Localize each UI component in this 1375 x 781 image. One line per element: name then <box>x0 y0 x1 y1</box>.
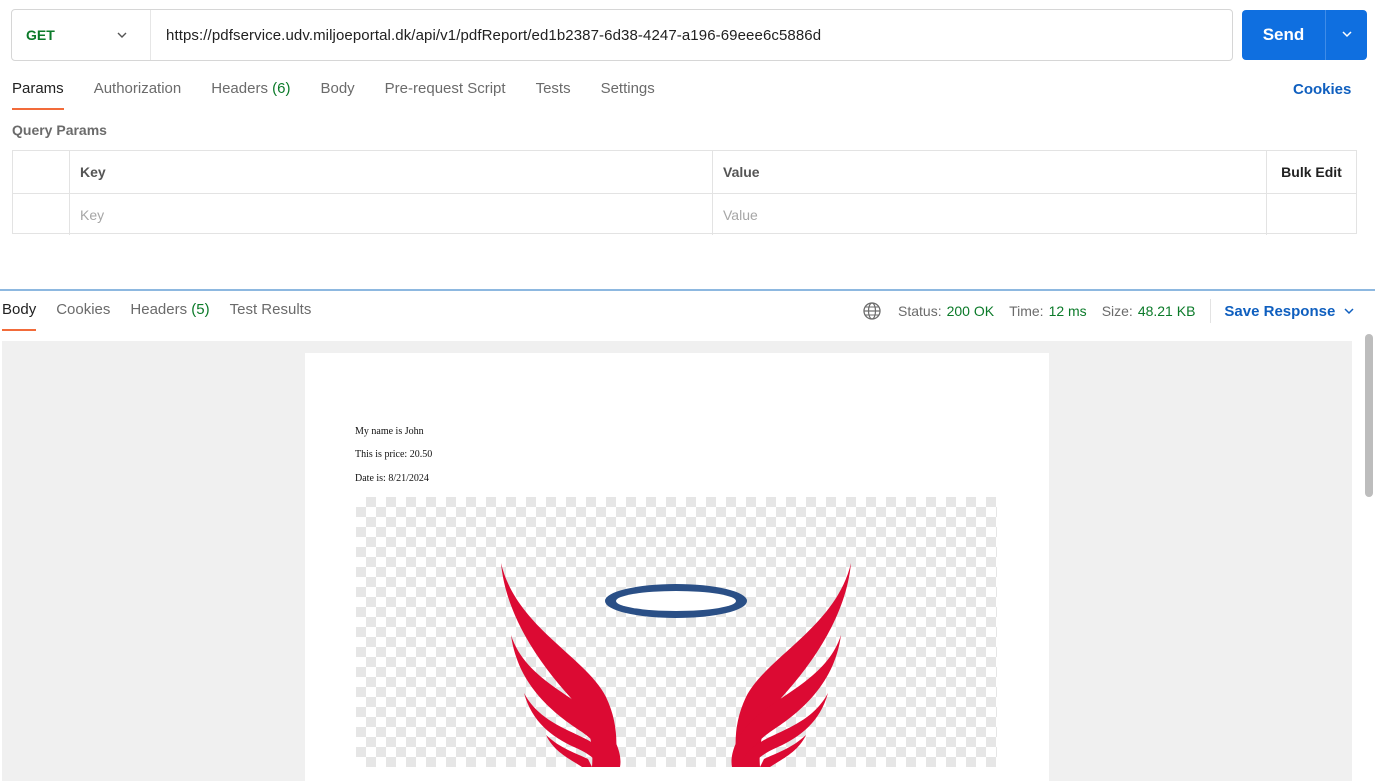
headers-count: (6) <box>272 80 291 97</box>
tab-label: Test Results <box>229 301 312 318</box>
preview-scrollbar-thumb[interactable] <box>1365 334 1373 497</box>
tab-label: Cookies <box>56 301 111 318</box>
size-value[interactable]: 48.21 KB <box>1138 303 1196 319</box>
response-headers-count: (5) <box>191 301 210 318</box>
value-column-header: Value <box>713 151 1267 193</box>
url-input[interactable]: https://pdfservice.udv.miljoeportal.dk/a… <box>151 27 821 44</box>
request-url-bar: GET https://pdfservice.udv.miljoeportal.… <box>11 9 1233 61</box>
method-select[interactable]: GET <box>12 10 151 60</box>
winged-halo-logo <box>501 563 851 767</box>
chevron-down-icon <box>1341 27 1353 43</box>
tab-label: Settings <box>600 80 655 97</box>
size-label: Size: <box>1101 303 1133 319</box>
tab-label: Authorization <box>93 80 182 97</box>
tab-tests[interactable]: Tests <box>536 80 571 110</box>
send-button-group: Send <box>1242 10 1367 60</box>
value-input[interactable]: Value <box>713 194 1267 235</box>
row-actions-cell <box>1267 194 1356 235</box>
tab-label: Params <box>12 80 64 97</box>
pdf-text-line: Date is: 8/21/2024 <box>355 473 429 484</box>
row-checkbox-cell <box>13 194 70 235</box>
status-value[interactable]: 200 OK <box>947 303 994 319</box>
table-row: Key Value <box>13 193 1356 235</box>
send-button[interactable]: Send <box>1242 10 1326 60</box>
tab-test-results[interactable]: Test Results <box>230 301 312 331</box>
key-column-header: Key <box>70 151 713 193</box>
tab-pre-request-script[interactable]: Pre-request Script <box>385 80 506 110</box>
table-header-row: Key Value Bulk Edit <box>13 151 1356 193</box>
tab-label: Headers <box>130 301 188 318</box>
chevron-down-icon <box>116 28 128 44</box>
checkbox-column-header <box>13 151 70 193</box>
tab-label: Body <box>320 80 355 97</box>
tab-settings[interactable]: Settings <box>601 80 655 110</box>
status-label: Status: <box>898 303 942 319</box>
save-response-label: Save Response <box>1224 302 1336 320</box>
tab-response-body[interactable]: Body <box>2 301 37 331</box>
response-tabs: Body Cookies Headers (5) Test Results <box>2 301 331 331</box>
tab-label: Tests <box>535 80 571 97</box>
time-label: Time: <box>1009 303 1044 319</box>
tab-body[interactable]: Body <box>320 80 354 110</box>
query-params-title: Query Params <box>12 122 107 138</box>
tab-authorization[interactable]: Authorization <box>94 80 182 110</box>
save-response-button[interactable]: Save Response <box>1224 303 1355 320</box>
key-input[interactable]: Key <box>70 194 713 235</box>
tab-response-headers[interactable]: Headers (5) <box>130 301 209 331</box>
pdf-page: My name is John This is price: 20.50 Dat… <box>305 353 1049 781</box>
send-options-button[interactable] <box>1326 10 1367 60</box>
tab-label: Body <box>2 301 37 318</box>
query-params-table: Key Value Bulk Edit Key Value <box>12 150 1357 235</box>
bulk-edit-button[interactable]: Bulk Edit <box>1267 151 1356 193</box>
tab-label: Pre-request Script <box>384 80 506 97</box>
globe-icon[interactable] <box>862 301 882 321</box>
pdf-text-line: This is price: 20.50 <box>355 449 433 460</box>
cookies-link[interactable]: Cookies <box>1293 81 1351 98</box>
tab-headers[interactable]: Headers (6) <box>211 80 290 110</box>
method-label: GET <box>26 27 55 43</box>
pdf-text-line: My name is John <box>355 426 424 437</box>
pdf-embedded-image <box>356 497 997 767</box>
chevron-down-icon <box>1344 308 1354 315</box>
time-value[interactable]: 12 ms <box>1049 303 1087 319</box>
separator <box>1210 299 1212 323</box>
pane-divider[interactable] <box>0 289 1375 291</box>
response-status-bar: Status: 200 OK Time: 12 ms Size: 48.21 K… <box>862 299 1355 323</box>
tab-label: Headers <box>211 80 268 97</box>
response-preview: My name is John This is price: 20.50 Dat… <box>2 341 1352 781</box>
request-tabs: Params Authorization Headers (6) Body Pr… <box>12 80 685 110</box>
tab-response-cookies[interactable]: Cookies <box>56 301 110 331</box>
tab-params[interactable]: Params <box>12 80 64 110</box>
